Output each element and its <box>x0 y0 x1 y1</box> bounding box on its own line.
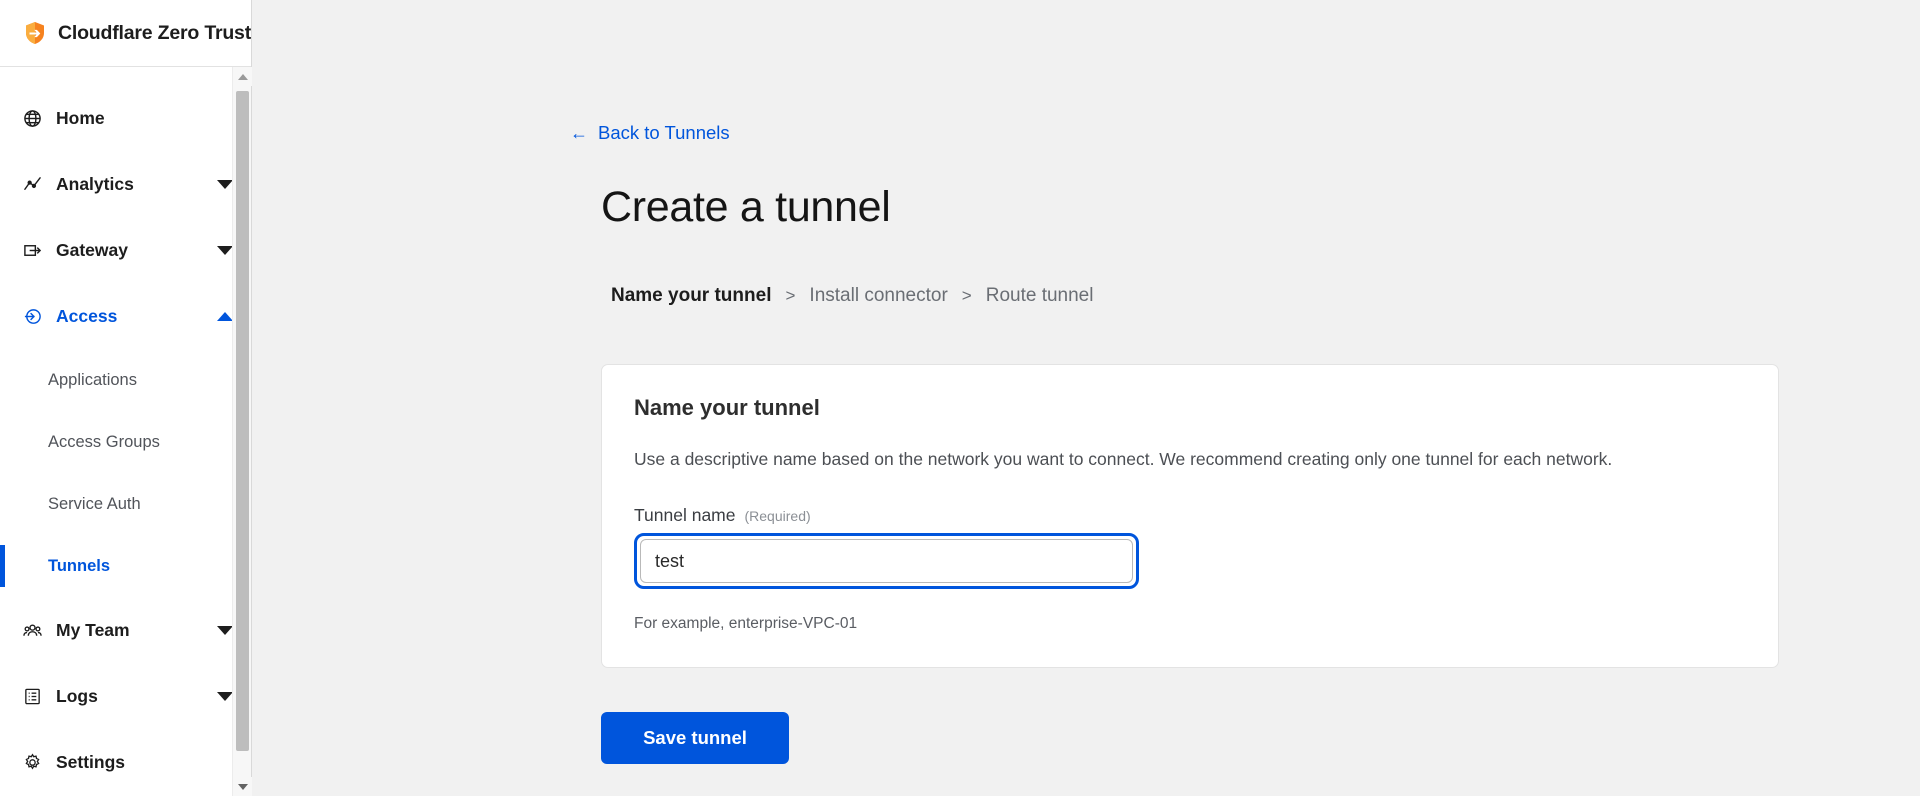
globe-icon <box>22 108 42 128</box>
main-content: ← Back to Tunnels Create a tunnel Name y… <box>252 0 1920 796</box>
scrollbar-up-button[interactable] <box>233 67 252 86</box>
sidebar-item-applications[interactable]: Applications <box>0 349 251 411</box>
scrollbar-thumb[interactable] <box>236 91 249 751</box>
logs-list-icon <box>22 686 42 706</box>
analytics-chart-icon <box>22 174 42 194</box>
chevron-up-icon[interactable] <box>217 312 233 321</box>
card-title: Name your tunnel <box>634 395 1746 421</box>
sidebar-item-home[interactable]: Home <box>0 85 251 151</box>
sidebar-subitem-label: Service Auth <box>48 495 141 514</box>
arrow-left-icon: ← <box>570 124 588 142</box>
sidebar-item-my-team[interactable]: My Team <box>0 597 251 663</box>
sidebar-item-label: Analytics <box>56 174 134 195</box>
access-login-icon <box>22 306 42 326</box>
brand-title: Cloudflare Zero Trust <box>58 22 251 45</box>
triangle-up-icon <box>238 74 248 80</box>
step-separator: > <box>962 286 972 306</box>
sidebar-item-service-auth[interactable]: Service Auth <box>0 473 251 535</box>
app-root: Cloudflare Zero Trust Home <box>0 0 1920 796</box>
sidebar-scrollbar[interactable] <box>232 67 251 796</box>
gear-icon <box>22 752 42 772</box>
back-to-tunnels-link[interactable]: ← Back to Tunnels <box>570 122 730 144</box>
card-description: Use a descriptive name based on the netw… <box>634 449 1746 470</box>
chevron-down-icon[interactable] <box>217 180 233 189</box>
back-link-label: Back to Tunnels <box>598 122 730 144</box>
cloudflare-shield-icon <box>22 20 48 46</box>
sidebar-item-analytics[interactable]: Analytics <box>0 151 251 217</box>
step-separator: > <box>785 286 795 306</box>
sidebar-item-label: Settings <box>56 752 125 773</box>
sidebar-item-label: Access <box>56 306 117 327</box>
sidebar-item-label: My Team <box>56 620 130 641</box>
sidebar-item-label: Logs <box>56 686 98 707</box>
chevron-down-icon[interactable] <box>217 626 233 635</box>
sidebar-item-label: Gateway <box>56 240 128 261</box>
sidebar-subitem-label: Applications <box>48 371 137 390</box>
step-route-tunnel[interactable]: Route tunnel <box>986 285 1094 307</box>
tunnel-name-input-focus-ring <box>634 533 1139 589</box>
step-install-connector[interactable]: Install connector <box>809 285 947 307</box>
name-your-tunnel-card: Name your tunnel Use a descriptive name … <box>601 364 1779 668</box>
sidebar-nav: Home Analytics <box>0 67 251 796</box>
page-title: Create a tunnel <box>601 183 891 232</box>
sidebar-item-gateway[interactable]: Gateway <box>0 217 251 283</box>
sidebar-subitem-label: Tunnels <box>48 557 110 576</box>
step-breadcrumb: Name your tunnel > Install connector > R… <box>611 285 1093 307</box>
scrollbar-down-button[interactable] <box>233 777 252 796</box>
sidebar-item-settings[interactable]: Settings <box>0 729 251 795</box>
gateway-icon <box>22 240 42 260</box>
save-tunnel-button[interactable]: Save tunnel <box>601 712 789 764</box>
brand-header[interactable]: Cloudflare Zero Trust <box>0 0 251 67</box>
triangle-down-icon <box>238 784 248 790</box>
tunnel-name-input[interactable] <box>640 539 1133 583</box>
step-name-your-tunnel[interactable]: Name your tunnel <box>611 285 771 307</box>
people-icon <box>22 620 42 640</box>
tunnel-name-label-row: Tunnel name (Required) <box>634 505 1746 526</box>
sidebar-item-access[interactable]: Access <box>0 283 251 349</box>
tunnel-name-helper-text: For example, enterprise-VPC-01 <box>634 615 1746 633</box>
chevron-down-icon[interactable] <box>217 246 233 255</box>
required-indicator: (Required) <box>745 508 811 524</box>
chevron-down-icon[interactable] <box>217 692 233 701</box>
sidebar: Cloudflare Zero Trust Home <box>0 0 252 796</box>
tunnel-name-label: Tunnel name <box>634 505 736 526</box>
sidebar-item-logs[interactable]: Logs <box>0 663 251 729</box>
sidebar-item-tunnels[interactable]: Tunnels <box>0 535 251 597</box>
sidebar-item-access-groups[interactable]: Access Groups <box>0 411 251 473</box>
sidebar-item-label: Home <box>56 108 105 129</box>
sidebar-subitem-label: Access Groups <box>48 433 160 452</box>
